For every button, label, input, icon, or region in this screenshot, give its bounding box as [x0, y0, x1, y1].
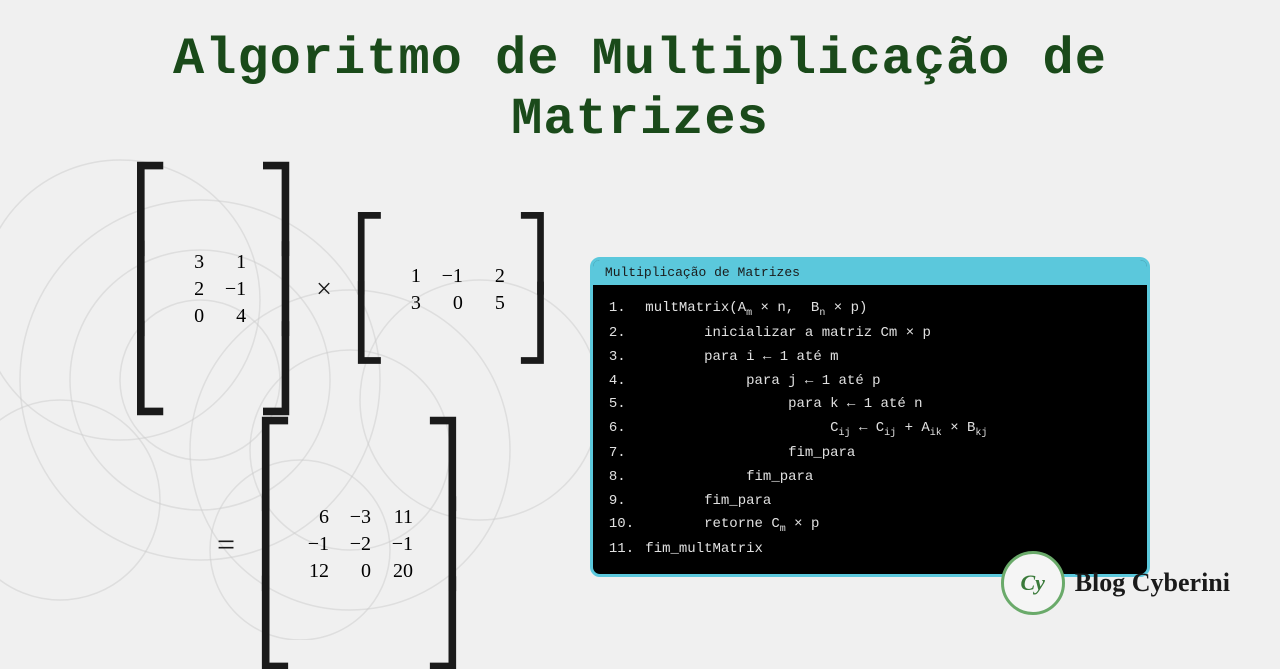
code-body: 1. multMatrix(Am × n, Bn × p) 2. inicial…: [593, 285, 1147, 574]
cell-b-1-0: 3: [397, 292, 421, 315]
code-line-6: 6. Cij ← Cij + Aik × Bkj: [609, 417, 1131, 442]
cell-c-1-2: −1: [389, 533, 413, 556]
cell-a-1-1: −1: [222, 278, 246, 301]
page-title: Algoritmo de Multiplicação de Matrizes: [173, 30, 1107, 150]
bracket-left-b: ⎡⎣: [352, 220, 387, 360]
matrix-section: ⎡⎢⎣ 3 1 2 −1 0 4: [130, 170, 550, 665]
matrix-c: ⎡⎢⎣ 6 −3 11 −1 −2 −1 12: [255, 425, 463, 665]
cell-a-0-1: 1: [222, 251, 246, 274]
cell-b-0-0: 1: [397, 265, 421, 288]
cell-a-0-0: 3: [180, 251, 204, 274]
cell-c-0-1: −3: [347, 506, 371, 529]
cell-c-1-1: −2: [347, 533, 371, 556]
code-line-10: 10. retorne Cm × p: [609, 513, 1131, 538]
code-line-1: 1. multMatrix(Am × n, Bn × p): [609, 297, 1131, 322]
bracket-right-c: ⎤⎥⎦: [423, 425, 463, 665]
equals-sign: =: [217, 526, 235, 563]
bracket-right-a: ⎤⎥⎦: [256, 170, 296, 410]
code-line-2: 2. inicializar a matriz Cm × p: [609, 322, 1131, 346]
cell-b-0-2: 2: [481, 265, 505, 288]
cell-c-1-0: −1: [305, 533, 329, 556]
code-line-7: 7. fim_para: [609, 442, 1131, 466]
cell-c-0-0: 6: [305, 506, 329, 529]
bracket-right-b: ⎤⎦: [515, 220, 550, 360]
cell-b-1-1: 0: [439, 292, 463, 315]
code-title: Multiplicação de Matrizes: [593, 260, 1147, 285]
code-line-3: 3. para i ← 1 até m: [609, 346, 1131, 370]
code-line-8: 8. fim_para: [609, 466, 1131, 490]
matrix-b: ⎡⎣ 1 −1 2 3 0 5 ⎤⎦: [352, 220, 550, 360]
code-line-4: 4. para j ← 1 até p: [609, 370, 1131, 394]
cell-a-2-1: 4: [222, 305, 246, 328]
code-line-5: 5. para k ← 1 até n: [609, 393, 1131, 417]
logo-cy: Cy: [1020, 570, 1044, 596]
logo-circle: Cy: [1001, 551, 1065, 615]
cell-c-2-0: 12: [305, 560, 329, 583]
code-block: Multiplicação de Matrizes 1. multMatrix(…: [590, 257, 1150, 577]
logo-text: Blog Cyberini: [1075, 568, 1230, 598]
bracket-left-a: ⎡⎢⎣: [130, 170, 170, 410]
cell-b-0-1: −1: [439, 265, 463, 288]
cell-a-1-0: 2: [180, 278, 204, 301]
cell-c-2-2: 20: [389, 560, 413, 583]
bracket-left-c: ⎡⎢⎣: [255, 425, 295, 665]
cell-c-2-1: 0: [347, 560, 371, 583]
times-sign: ×: [316, 274, 332, 306]
logo: Cy Blog Cyberini: [1001, 551, 1230, 615]
cell-c-0-2: 11: [389, 506, 413, 529]
cell-b-1-2: 5: [481, 292, 505, 315]
cell-a-2-0: 0: [180, 305, 204, 328]
code-line-9: 9. fim_para: [609, 490, 1131, 514]
matrix-a: ⎡⎢⎣ 3 1 2 −1 0 4: [130, 170, 296, 410]
